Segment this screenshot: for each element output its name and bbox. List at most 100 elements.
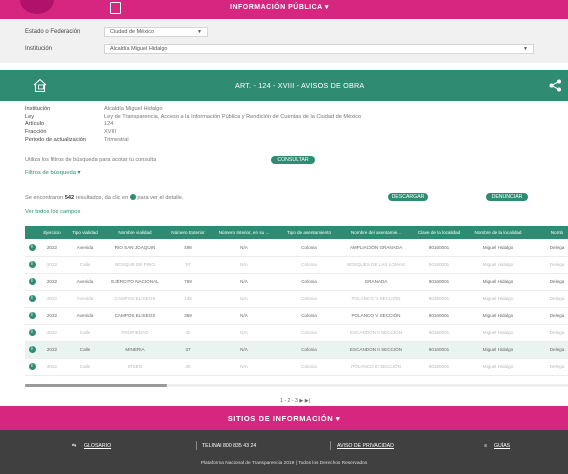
table-cell: 2022 [46, 244, 58, 250]
table-row[interactable]: i 2022 Calle IRSEN 40 N/A Colonia POLANCO III S… [25, 358, 568, 375]
table-cell: 2022 [46, 364, 58, 369]
info-icon[interactable]: i [28, 346, 36, 353]
sitios-menu[interactable]: SITIOS DE INFORMACIÓN ▾ [0, 414, 568, 423]
info-row: Artículo 124 [25, 121, 361, 129]
column-header[interactable] [25, 226, 39, 239]
table-row[interactable]: i 2022 Calle MINERIA 37 N/A Colonia ESCANDON II… [25, 341, 568, 358]
table-cell: 90160001 [428, 296, 450, 301]
column-header[interactable]: Nomb [529, 226, 568, 239]
table-cell: Avenida [76, 296, 94, 301]
table-cell: Colonia [301, 296, 317, 301]
info-icon[interactable]: i [28, 363, 36, 370]
info-icon[interactable]: i [28, 261, 36, 268]
table-cell: 2022 [46, 296, 58, 301]
share-icon[interactable] [549, 79, 562, 92]
institucion-label: Institución [25, 46, 53, 52]
top-menu-title[interactable]: INFORMACIÓN PÚBLICA ▾ [230, 3, 329, 11]
table-header-row: Ejercicio Tipo vialidad Nombre vialidad Núm… [25, 226, 568, 239]
guias-link[interactable]: GUÍAS [494, 443, 510, 449]
column-header[interactable]: Número Exterior [165, 226, 211, 239]
table-cell: Colonia [301, 364, 317, 369]
top-bar: INFORMACIÓN PÚBLICA ▾ [0, 0, 568, 19]
info-icon[interactable]: i [28, 278, 36, 285]
info-icon[interactable]: i [28, 312, 36, 319]
row-detail-cell[interactable]: i [25, 273, 39, 290]
table-cell: Colonia [301, 262, 317, 267]
table-row[interactable]: i 2022 Calle PROPIEDAD 42 N/A Colonia ESCANDON … [25, 324, 568, 341]
column-header[interactable]: Nombre de la localidad [467, 226, 529, 239]
table-cell: 57 [185, 262, 191, 267]
house-icon [33, 78, 47, 93]
table-cell: 37 [165, 341, 211, 358]
info-icon[interactable]: i [28, 295, 36, 302]
row-detail-cell[interactable]: i [25, 239, 39, 256]
table-cell: 90160001 [428, 279, 450, 284]
info-key: Ley [25, 113, 35, 120]
institucion-select[interactable]: Alcaldía Miguel Hidalgo ▼ [104, 44, 534, 54]
column-header[interactable]: Tipo de asentamiento [277, 226, 341, 239]
table-cell: RIO SAN JOAQUIN [114, 244, 156, 250]
consultar-button[interactable]: CONSULTAR [271, 156, 315, 164]
table-cell: 2022 [46, 262, 58, 267]
glosario-icon: ⇆ [72, 443, 77, 449]
column-header[interactable]: Nombre vialidad [105, 226, 165, 239]
table-row[interactable]: i 2022 Avenida CAMPOS ELISEOS 369 N/A Colonia P… [25, 307, 568, 324]
row-detail-cell[interactable]: i [25, 290, 39, 307]
column-header[interactable]: Nombre del asentamie... [341, 226, 411, 239]
glosario-link[interactable]: GLOSARIO [84, 443, 111, 449]
info-value: Alcaldía Miguel Hidalgo [104, 106, 163, 112]
column-header[interactable]: Número Interior, en su ... [211, 226, 277, 239]
table-cell: Avenida [76, 313, 94, 318]
table-cell: Delega [549, 330, 565, 335]
scrollbar-thumb[interactable] [25, 384, 167, 387]
info-icon[interactable]: i [28, 329, 36, 336]
table-cell: N/A [240, 364, 248, 369]
pagination[interactable]: 1 - 2 - 3 ▶ ▶| [280, 398, 310, 404]
table-cell: Colonia [301, 244, 317, 250]
column-header[interactable]: Ejercicio [39, 226, 65, 239]
info-value: Trimestral [104, 136, 129, 143]
info-icon[interactable]: i [28, 243, 36, 251]
estado-select[interactable]: Ciudad de México ▼ [104, 27, 208, 37]
table-cell: Delega [549, 296, 565, 301]
info-value: XVIII [104, 129, 117, 136]
table-cell: N/A [240, 330, 248, 335]
table-cell: Miguel Hidalgo [482, 262, 514, 267]
table-cell: Miguel Hidalgo [482, 279, 514, 284]
section-header: ART. - 124 - XVIII - AVISOS DE OBRA [0, 70, 568, 101]
logo[interactable] [20, 0, 54, 14]
row-detail-cell[interactable]: i [25, 307, 39, 324]
row-detail-cell[interactable]: i [25, 256, 39, 273]
denunciar-button[interactable]: DENUNCIAR [486, 193, 528, 201]
table-cell: CAMPOS ELISEOS [114, 296, 156, 301]
table-cell: 2022 [46, 279, 58, 284]
descargar-button[interactable]: DESCARGAR [388, 193, 428, 201]
ver-todos-link[interactable]: Ver todos los campos [25, 209, 80, 215]
row-detail-cell[interactable]: i [25, 341, 39, 358]
info-key: Artículo [25, 121, 44, 128]
results-table-wrap[interactable]: Ejercicio Tipo vialidad Nombre vialidad Núm… [25, 226, 568, 376]
table-cell: CAMPOS ELISEOS [114, 313, 156, 318]
table-cell: Colonia [301, 279, 317, 284]
table-cell: ESCANDON II SECCIÓN [349, 330, 403, 335]
footer: ⇆ GLOSARIO TELINAI 800 835 43 24 AVISO D… [0, 430, 568, 474]
table-cell: Delega [549, 313, 565, 318]
aviso-privacidad-link[interactable]: AVISO DE PRIVACIDAD [337, 443, 394, 449]
table-row[interactable]: i 2022 Calle BOSQUE DE PINO 57 N/A Colonia BOSQ… [25, 256, 568, 273]
table-cell: N/A [240, 244, 248, 250]
horizontal-scrollbar[interactable] [25, 384, 568, 387]
column-header[interactable]: Clave de la localidad [411, 226, 467, 239]
table-cell: 42 [185, 330, 191, 335]
filtros-link[interactable]: Filtros de búsqueda ▾ [25, 170, 80, 176]
column-header[interactable]: Tipo vialidad [65, 226, 105, 239]
row-detail-cell[interactable]: i [25, 324, 39, 341]
table-cell: 90160001 [428, 330, 450, 335]
table-cell: 498 [184, 244, 192, 250]
table-row[interactable]: i 2022 Avenida EJÉRCITO NACIONAL 769 N/A Colon… [25, 273, 568, 290]
info-key: Periodo de actualización [25, 136, 86, 143]
table-cell: MINERIA [105, 341, 165, 358]
table-row[interactable]: i 2022 Avenida CAMPOS ELISEOS 135 N/A Colonia P… [25, 290, 568, 307]
results-suffix2: para ver el detalle. [135, 195, 184, 201]
table-row[interactable]: i 2022 Avenida RIO SAN JOAQUIN 498 N/A Colonia… [25, 239, 568, 256]
row-detail-cell[interactable]: i [25, 358, 39, 375]
